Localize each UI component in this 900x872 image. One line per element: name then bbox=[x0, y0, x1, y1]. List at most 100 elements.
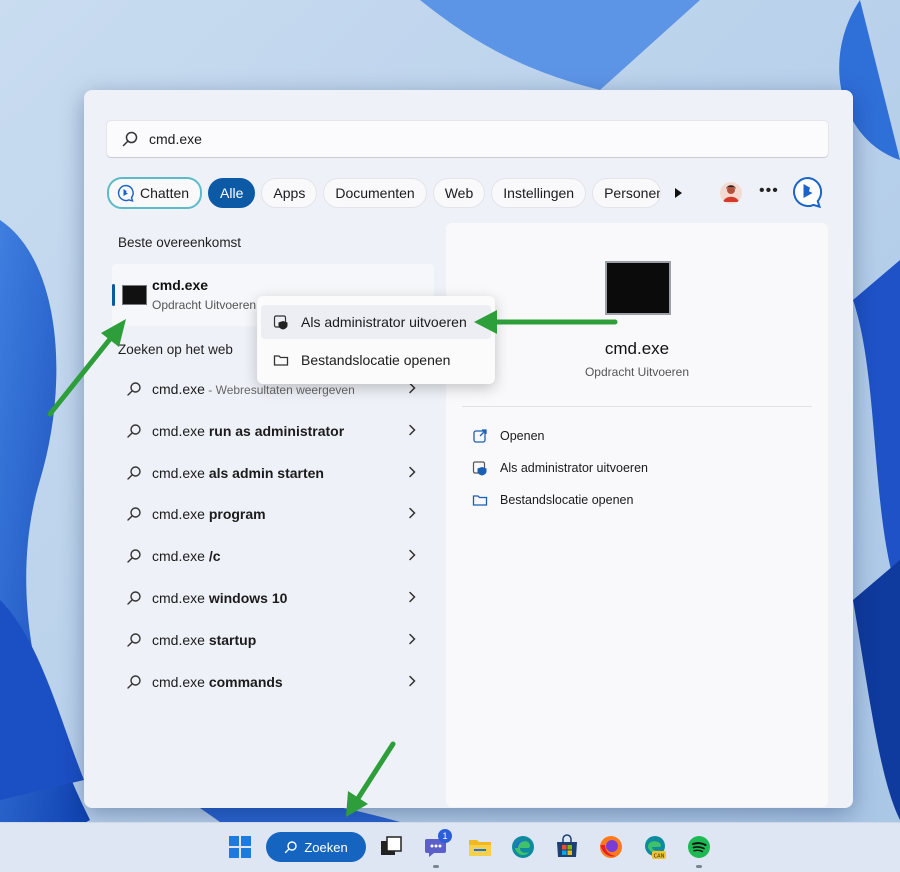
best-match-heading: Beste overeenkomst bbox=[118, 235, 242, 250]
web-search-suffix: startup bbox=[208, 631, 257, 648]
web-search-prefix: cmd.exe bbox=[152, 673, 209, 690]
web-search-item[interactable]: cmd.exe run as administrator bbox=[112, 412, 434, 450]
web-search-text: cmd.exe commands bbox=[152, 674, 283, 690]
cmd-app-icon bbox=[122, 285, 147, 305]
search-box[interactable] bbox=[107, 121, 828, 157]
web-search-suffix: commands bbox=[208, 673, 283, 690]
search-icon bbox=[127, 633, 141, 647]
chevron-right-icon bbox=[409, 466, 416, 477]
web-search-item[interactable]: cmd.exe /c bbox=[112, 537, 434, 575]
web-search-prefix: cmd.exe bbox=[152, 422, 209, 439]
file-explorer-icon[interactable] bbox=[466, 833, 494, 861]
taskbar-search-button[interactable]: Zoeken bbox=[266, 832, 366, 862]
search-icon bbox=[127, 674, 141, 689]
web-search-item[interactable]: cmd.exe commands bbox=[112, 663, 434, 701]
admin-shield-icon bbox=[273, 315, 288, 330]
web-search-text: cmd.exe windows 10 bbox=[152, 590, 287, 606]
search-icon bbox=[127, 382, 141, 396]
windows-start-icon[interactable] bbox=[226, 833, 254, 861]
chevron-right-icon bbox=[409, 591, 416, 603]
preview-divider bbox=[462, 406, 812, 407]
web-search-text: cmd.exe /c bbox=[152, 548, 221, 564]
web-search-suffix: windows 10 bbox=[208, 590, 288, 606]
filter-all[interactable]: Alle bbox=[208, 178, 256, 208]
chevron-right-icon bbox=[409, 633, 416, 645]
bing-icon[interactable] bbox=[792, 176, 824, 208]
action-run-as-admin[interactable]: Als administrator uitvoeren bbox=[472, 458, 648, 478]
menu-open-location[interactable]: Bestandslocatie openen bbox=[261, 343, 491, 377]
web-search-suffix: program bbox=[208, 506, 266, 523]
filter-people[interactable]: Personen bbox=[592, 178, 662, 208]
menu-open-location-label: Bestandslocatie openen bbox=[301, 352, 451, 368]
web-search-prefix: cmd.exe bbox=[152, 548, 209, 565]
web-search-item[interactable]: cmd.exe program bbox=[112, 495, 434, 533]
search-input[interactable] bbox=[147, 130, 751, 148]
web-search-heading: Zoeken op het web bbox=[118, 342, 233, 357]
web-search-item[interactable]: cmd.exe windows 10 bbox=[112, 579, 434, 617]
web-search-item[interactable]: cmd.exe als admin starten bbox=[112, 454, 434, 492]
search-icon bbox=[127, 591, 141, 605]
search-panel: Chatten Alle Apps Documenten Web Instell… bbox=[84, 90, 853, 808]
web-search-hint: - Webresultaten weergeven bbox=[204, 383, 355, 397]
web-search-prefix: cmd.exe bbox=[152, 381, 205, 397]
search-icon bbox=[122, 131, 138, 147]
web-search-suffix: run as administrator bbox=[208, 422, 345, 439]
chevron-right-icon bbox=[409, 508, 416, 519]
preview-pane: cmd.exe Opdracht Uitvoeren Openen Als ad… bbox=[446, 223, 828, 807]
scroll-filters-icon[interactable] bbox=[671, 186, 685, 200]
folder-icon bbox=[472, 495, 488, 506]
action-open-location[interactable]: Bestandslocatie openen bbox=[472, 490, 633, 510]
web-search-prefix: cmd.exe bbox=[152, 464, 209, 481]
admin-shield-icon bbox=[472, 461, 487, 476]
web-search-text: cmd.exe startup bbox=[152, 632, 256, 648]
search-icon bbox=[127, 424, 141, 438]
spotify-icon[interactable] bbox=[685, 833, 713, 861]
chevron-right-icon bbox=[409, 675, 416, 686]
filter-settings[interactable]: Instellingen bbox=[491, 178, 587, 208]
web-search-item[interactable]: cmd.exe startup bbox=[112, 621, 434, 659]
firefox-icon[interactable] bbox=[597, 833, 625, 861]
svg-text:CAN: CAN bbox=[654, 854, 665, 860]
web-search-suffix: als admin starten bbox=[208, 464, 324, 481]
open-external-icon bbox=[473, 429, 487, 443]
web-search-text: cmd.exe program bbox=[152, 506, 266, 522]
action-open-location-label: Bestandslocatie openen bbox=[500, 493, 634, 507]
selection-indicator bbox=[112, 284, 115, 306]
search-icon bbox=[127, 549, 141, 563]
best-match-title: cmd.exe bbox=[152, 277, 209, 293]
filter-web-label: Web bbox=[444, 185, 474, 201]
web-search-prefix: cmd.exe bbox=[152, 631, 209, 648]
task-view-icon[interactable] bbox=[377, 833, 405, 861]
filter-chat-label: Chatten bbox=[140, 185, 190, 201]
filter-documents-label: Documenten bbox=[335, 185, 415, 201]
avatar[interactable] bbox=[720, 182, 742, 204]
teams-badge: 1 bbox=[438, 829, 452, 843]
more-options-icon[interactable]: ••• bbox=[759, 182, 779, 200]
web-search-suffix: /c bbox=[208, 548, 221, 565]
menu-run-as-admin-label: Als administrator uitvoeren bbox=[301, 314, 467, 330]
action-open[interactable]: Openen bbox=[472, 426, 544, 446]
context-menu: Als administrator uitvoeren Bestandsloca… bbox=[257, 296, 495, 384]
web-search-text: cmd.exe run as administrator bbox=[152, 423, 344, 439]
web-search-text: cmd.exe als admin starten bbox=[152, 465, 324, 481]
filter-web[interactable]: Web bbox=[432, 178, 486, 208]
filter-chat[interactable]: Chatten bbox=[107, 177, 203, 209]
filter-bar: Chatten Alle Apps Documenten Web Instell… bbox=[107, 176, 667, 210]
taskbar: Zoeken 1 CAN bbox=[0, 822, 900, 872]
web-search-prefix: cmd.exe bbox=[152, 590, 209, 606]
microsoft-store-icon[interactable] bbox=[553, 833, 581, 861]
filter-people-label: Personen bbox=[604, 185, 662, 201]
filter-documents[interactable]: Documenten bbox=[323, 178, 427, 208]
edge-browser-icon[interactable] bbox=[509, 833, 537, 861]
filter-apps[interactable]: Apps bbox=[261, 178, 318, 208]
running-indicator bbox=[696, 865, 702, 868]
edge-canary-icon[interactable]: CAN bbox=[641, 833, 669, 861]
menu-run-as-admin[interactable]: Als administrator uitvoeren bbox=[261, 305, 491, 339]
chevron-right-icon bbox=[409, 424, 416, 436]
search-icon bbox=[127, 465, 141, 480]
preview-title: cmd.exe bbox=[604, 339, 670, 358]
action-run-as-admin-label: Als administrator uitvoeren bbox=[500, 461, 648, 475]
web-search-prefix: cmd.exe bbox=[152, 506, 209, 523]
filter-apps-label: Apps bbox=[273, 185, 306, 201]
filter-all-label: Alle bbox=[220, 185, 244, 201]
